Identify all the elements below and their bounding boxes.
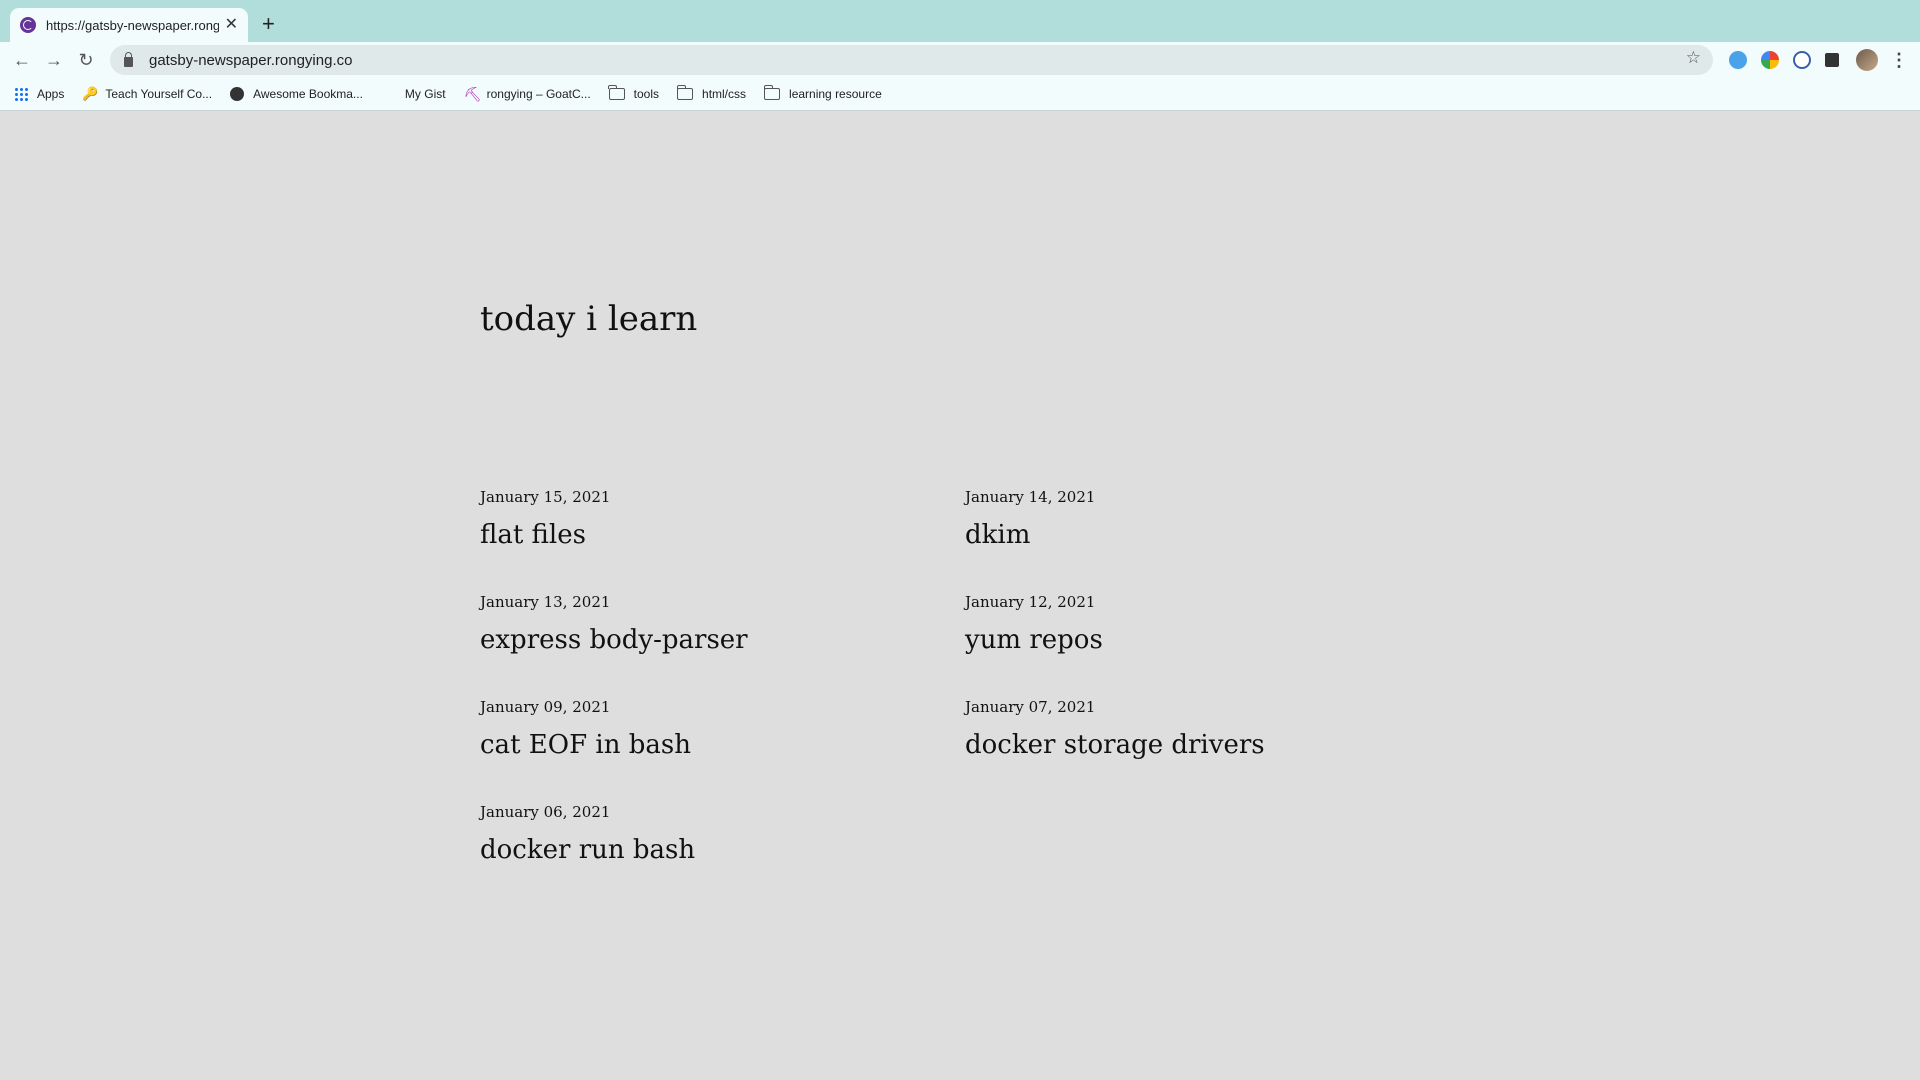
address-bar[interactable]: gatsby-newspaper.rongying.co ☆ [110,45,1713,75]
puzzle-extensions-icon[interactable] [1825,53,1839,67]
bookmarks-bar: Apps 🔑 Teach Yourself Co... Awesome Book… [0,78,1920,111]
bookmark-folder-html-css[interactable]: html/css [676,85,746,101]
post-title-link[interactable]: flat files [480,520,940,550]
post-item: January 06, 2021 docker run bash [480,803,940,865]
post-date: January 13, 2021 [480,593,611,611]
post-title-link[interactable]: docker storage drivers [965,730,1425,760]
site-title[interactable]: today i learn [480,299,697,339]
bookmark-folder-tools[interactable]: tools [608,85,659,101]
tab-strip: https://gatsby-newspaper.rongying.co ✕ + [0,0,1920,42]
color-extension-icon[interactable] [1761,51,1779,69]
page-content: today i learn January 15, 2021 flat file… [0,111,1920,1080]
folder-icon [676,85,694,100]
post-title-link[interactable]: docker run bash [480,835,940,865]
pickaxe-icon: ⛏ [463,86,482,102]
bookmark-star-icon[interactable]: ☆ [1686,48,1701,68]
post-item: January 15, 2021 flat files [480,488,940,550]
folder-icon [608,85,625,100]
browser-tab-active[interactable]: https://gatsby-newspaper.rongying.co ✕ [10,8,248,42]
bookmark-awesome-bookmarks[interactable]: Awesome Bookma... [230,87,363,101]
bookmark-goatcounter[interactable]: ⛏ rongying – GoatC... [464,87,591,101]
back-arrow-icon[interactable]: ← [10,48,34,72]
key-icon: 🔑 [82,86,99,101]
folder-icon [763,85,781,100]
extension-3-icon[interactable] [1793,51,1811,69]
apps-grid-icon [14,87,28,101]
post-title-link[interactable]: dkim [965,520,1425,550]
post-item: January 13, 2021 express body-parser [480,593,940,655]
post-date: January 12, 2021 [965,593,1096,611]
post-item: January 12, 2021 yum repos [965,593,1425,655]
post-item: January 14, 2021 dkim [965,488,1425,550]
post-date: January 06, 2021 [480,803,611,821]
lock-icon[interactable] [124,51,133,67]
post-title-link[interactable]: cat EOF in bash [480,730,940,760]
tab-title: https://gatsby-newspaper.rongying.co [46,17,219,33]
post-date: January 15, 2021 [480,488,611,506]
close-tab-icon[interactable]: ✕ [225,17,238,33]
post-item: January 07, 2021 docker storage drivers [965,698,1425,760]
post-title-link[interactable]: yum repos [965,625,1425,655]
address-bar-url[interactable]: gatsby-newspaper.rongying.co [149,52,352,69]
bookmark-teach-yourself[interactable]: 🔑 Teach Yourself Co... [82,86,212,102]
globe-icon [230,87,245,101]
browser-menu-icon[interactable]: ⋮ [1890,48,1908,72]
gatsby-favicon-icon [20,17,36,33]
bookmark-folder-learning-resource[interactable]: learning resource [763,85,882,101]
profile-avatar[interactable] [1856,49,1878,71]
browser-toolbar: ← → ↻ gatsby-newspaper.rongying.co ☆ ⋮ [0,42,1920,78]
post-title-link[interactable]: express body-parser [480,625,940,655]
post-date: January 09, 2021 [480,698,611,716]
post-item: January 09, 2021 cat EOF in bash [480,698,940,760]
post-date: January 14, 2021 [965,488,1096,506]
post-date: January 07, 2021 [965,698,1096,716]
bookmark-apps[interactable]: Apps [14,87,64,101]
forward-arrow-icon[interactable]: → [42,48,66,72]
bookmark-my-gist[interactable]: My Gist [405,87,446,101]
extension-1-icon[interactable] [1729,51,1747,69]
reload-icon[interactable]: ↻ [74,48,98,72]
new-tab-plus-icon[interactable]: + [262,12,275,36]
